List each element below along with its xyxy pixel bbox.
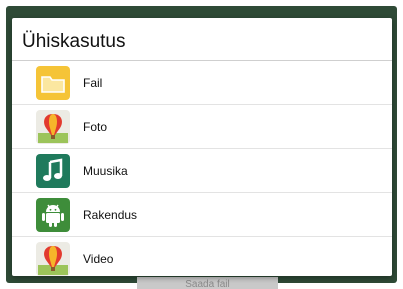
share-item-fail[interactable]: Fail [12, 61, 392, 105]
music-note-icon [36, 153, 70, 188]
share-item-label: Video [83, 251, 114, 266]
share-dialog: Ühiskasutus Fail Foto Muusika Rakendus V… [12, 18, 392, 276]
send-file-button-label: Saada fail [185, 279, 230, 289]
share-item-muusika[interactable]: Muusika [12, 149, 392, 193]
folder-icon [36, 65, 70, 100]
share-item-label: Rakendus [83, 207, 138, 222]
share-item-foto[interactable]: Foto [12, 105, 392, 149]
video-balloon-icon [36, 241, 70, 276]
share-item-video[interactable]: Video [12, 237, 392, 276]
share-target-list: Fail Foto Muusika Rakendus Video [12, 61, 392, 276]
send-file-button[interactable]: Saada fail [137, 277, 278, 289]
dialog-title: Ühiskasutus [12, 18, 392, 61]
share-item-label: Muusika [83, 163, 128, 178]
share-item-label: Foto [83, 119, 108, 134]
share-item-rakendus[interactable]: Rakendus [12, 193, 392, 237]
photo-balloon-icon [36, 109, 70, 144]
android-icon [36, 197, 70, 232]
share-item-label: Fail [83, 75, 103, 90]
